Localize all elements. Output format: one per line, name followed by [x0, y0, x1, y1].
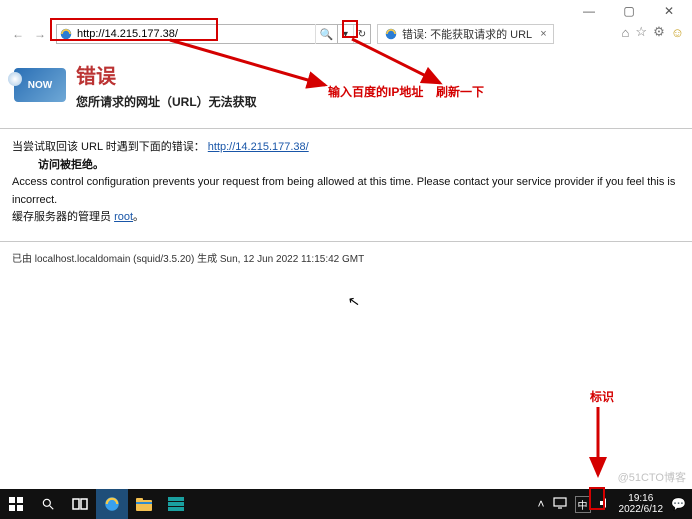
settings-gear-icon[interactable]: ⚙: [653, 24, 665, 40]
error-footer: 已由 localhost.localdomain (squid/3.5.20) …: [0, 248, 692, 267]
start-button[interactable]: [0, 489, 32, 519]
taskbar-explorer-icon[interactable]: [128, 489, 160, 519]
error-subtitle: 您所请求的网址（URL）无法获取: [76, 93, 257, 110]
error-url-link[interactable]: http://14.215.177.38/: [208, 141, 309, 153]
error-line-3: Access control configuration prevents yo…: [12, 174, 680, 209]
tray-volume-icon[interactable]: [599, 497, 611, 512]
error-line-4: 缓存服务器的管理员 root。: [12, 209, 680, 227]
taskbar-clock[interactable]: 19:16 2022/6/12: [619, 493, 664, 515]
task-view-icon[interactable]: [64, 489, 96, 519]
tray-network-icon[interactable]: [553, 497, 567, 512]
taskbar-server-manager-icon[interactable]: [160, 489, 192, 519]
taskbar-search-icon[interactable]: [32, 489, 64, 519]
nav-forward-button[interactable]: →: [30, 24, 50, 44]
error-admin-link[interactable]: root: [114, 211, 133, 223]
annotation-label-tray: 标识: [590, 388, 614, 405]
annotation-arrow-tray: [588, 405, 608, 485]
window-minimize-button[interactable]: —: [580, 4, 598, 18]
window-maximize-button[interactable]: ▢: [620, 4, 638, 18]
address-favicon-ie: [57, 27, 75, 41]
annotation-arrow-refresh: [350, 35, 470, 95]
favorites-icon[interactable]: ☆: [635, 24, 647, 40]
window-close-button[interactable]: ✕: [660, 4, 678, 18]
error-line-1: 当尝试取回该 URL 时遇到下面的错误： http://14.215.177.3…: [12, 139, 680, 157]
error-badge-icon: NOW: [14, 68, 66, 102]
tab-close-button[interactable]: ×: [540, 28, 546, 40]
taskbar: ˄ 中 19:16 2022/6/12 💬: [0, 489, 692, 519]
taskbar-ie-icon[interactable]: [96, 489, 128, 519]
tray-ime-button[interactable]: 中: [575, 496, 591, 513]
feedback-smile-icon[interactable]: ☺: [671, 25, 684, 40]
annotation-arrow-url: [165, 35, 345, 95]
error-line-2: 访问被拒绝。: [38, 159, 104, 171]
action-center-icon[interactable]: 💬: [671, 497, 686, 511]
nav-back-button[interactable]: ←: [8, 24, 28, 44]
home-icon[interactable]: ⌂: [622, 25, 630, 40]
tray-chevron-icon[interactable]: ˄: [538, 497, 545, 511]
